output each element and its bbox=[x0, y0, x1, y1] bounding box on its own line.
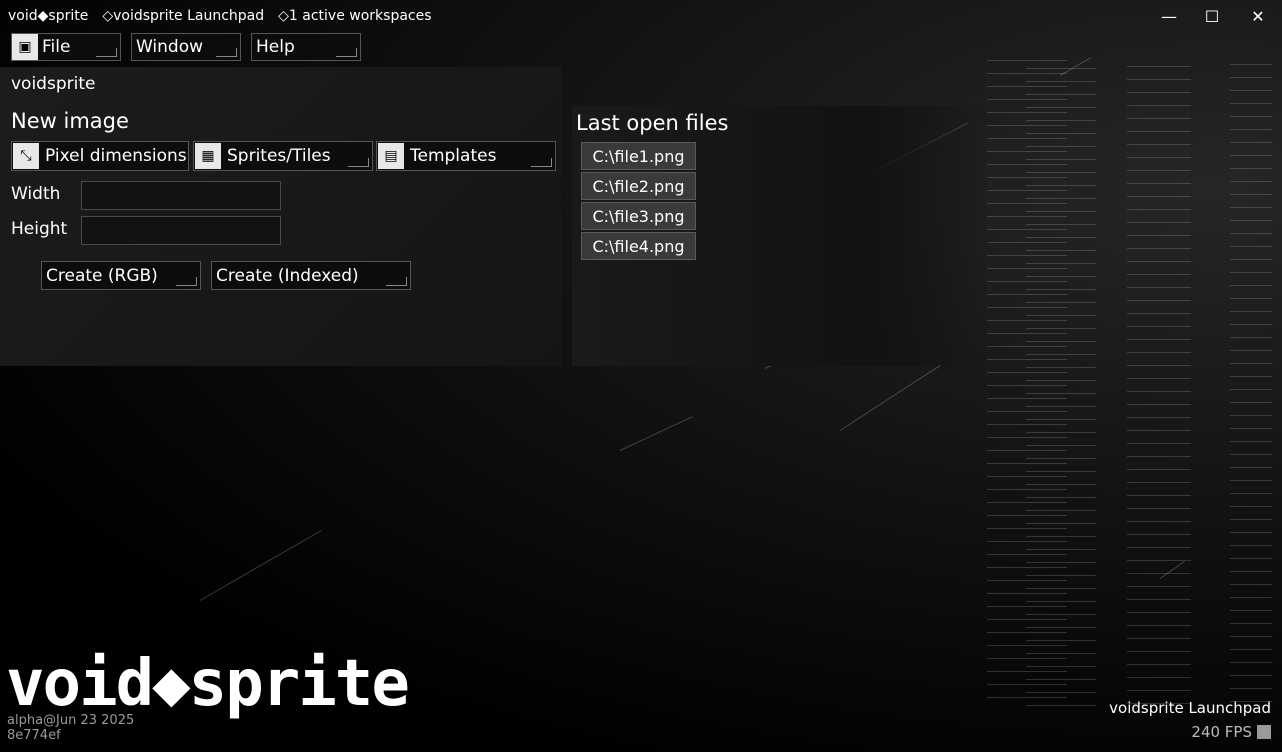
button-notch bbox=[336, 48, 357, 57]
resize-icon: ⤡ bbox=[13, 143, 39, 169]
button-notch bbox=[176, 277, 197, 286]
recent-files-title: Last open files bbox=[576, 111, 729, 135]
create-rgb-label: Create (RGB) bbox=[46, 265, 158, 286]
minimize-icon[interactable]: — bbox=[1146, 0, 1192, 32]
sprites-icon: ▦ bbox=[195, 143, 221, 169]
status-text: voidsprite Launchpad bbox=[1109, 699, 1271, 717]
recent-file-item[interactable]: C:\file1.png bbox=[581, 142, 696, 170]
templates-icon: ▤ bbox=[378, 143, 404, 169]
app-title: void◆sprite bbox=[8, 8, 89, 24]
file-menu-label: File bbox=[42, 37, 71, 57]
build-date: alpha@Jun 23 2025 bbox=[7, 713, 135, 728]
help-menu-button[interactable]: Help bbox=[251, 33, 361, 61]
create-indexed-button[interactable]: Create (Indexed) bbox=[211, 261, 411, 290]
close-icon[interactable]: ✕ bbox=[1235, 0, 1281, 32]
file-menu-button[interactable]: ▣ File bbox=[11, 33, 121, 61]
background-stripes bbox=[1026, 68, 1096, 718]
tab-workspaces[interactable]: ◇1 active workspaces bbox=[278, 8, 431, 24]
tab-templates[interactable]: ▤ Templates bbox=[376, 141, 556, 171]
title-bar: void◆sprite ◇voidsprite Launchpad ◇1 act… bbox=[0, 0, 1282, 32]
height-label: Height bbox=[11, 219, 68, 239]
voidsprite-logo: void◆sprite bbox=[6, 647, 410, 721]
tab-sprites-tiles[interactable]: ▦ Sprites/Tiles bbox=[193, 141, 373, 171]
create-indexed-label: Create (Indexed) bbox=[216, 265, 359, 286]
recent-file-item[interactable]: C:\file3.png bbox=[581, 202, 696, 230]
recent-file-item[interactable]: C:\file4.png bbox=[581, 232, 696, 260]
build-hash: 8e774ef bbox=[7, 728, 61, 743]
help-menu-label: Help bbox=[256, 37, 295, 57]
tab-pixel-dimensions[interactable]: ⤡ Pixel dimensions bbox=[11, 141, 189, 171]
width-input[interactable] bbox=[81, 181, 281, 210]
fps-indicator bbox=[1257, 725, 1271, 739]
recent-file-item[interactable]: C:\file2.png bbox=[581, 172, 696, 200]
button-notch bbox=[216, 48, 237, 57]
tab-label: Pixel dimensions bbox=[45, 146, 187, 166]
tab-launchpad[interactable]: ◇voidsprite Launchpad bbox=[102, 8, 264, 24]
window-menu-button[interactable]: Window bbox=[131, 33, 241, 61]
launchpad-header: voidsprite bbox=[11, 74, 96, 94]
background-stripes bbox=[1127, 66, 1191, 716]
fps-counter: 240 FPS bbox=[1191, 723, 1252, 741]
width-label: Width bbox=[11, 184, 61, 204]
background-stripes bbox=[1230, 64, 1272, 714]
button-notch bbox=[531, 158, 552, 167]
height-input[interactable] bbox=[81, 216, 281, 245]
button-notch bbox=[386, 277, 407, 286]
tab-label: Templates bbox=[410, 146, 497, 166]
button-notch bbox=[348, 158, 369, 167]
maximize-icon[interactable]: ☐ bbox=[1189, 0, 1235, 32]
file-icon: ▣ bbox=[12, 34, 38, 60]
button-notch bbox=[96, 48, 117, 57]
window-menu-label: Window bbox=[136, 37, 204, 57]
tab-label: Sprites/Tiles bbox=[227, 146, 331, 166]
create-rgb-button[interactable]: Create (RGB) bbox=[41, 261, 201, 290]
new-image-title: New image bbox=[11, 109, 129, 133]
